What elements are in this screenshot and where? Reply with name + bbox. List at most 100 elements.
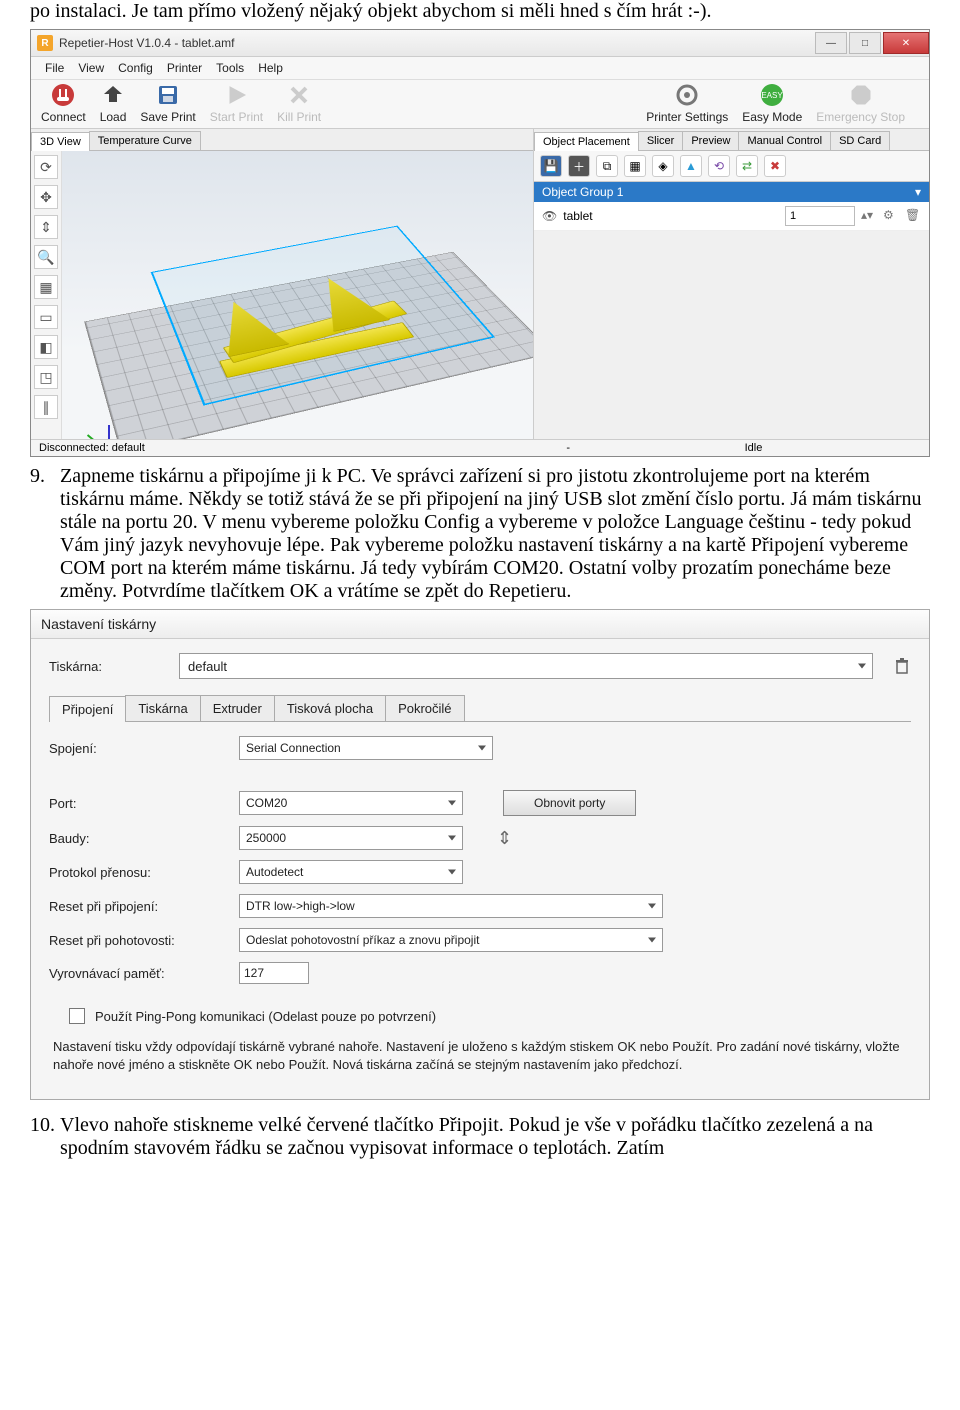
printer-settings-label: Printer Settings [646,110,728,124]
trash-icon[interactable]: 🗑 [905,208,921,224]
connection-select[interactable]: Serial Connection [239,736,493,760]
grid-icon[interactable]: ▦ [624,155,646,177]
buffer-input[interactable]: 127 [239,962,309,984]
port-value: COM20 [246,796,287,810]
move-icon[interactable]: ✥ [34,185,58,209]
proto-select[interactable]: Autodetect [239,860,463,884]
reset-ready-label: Reset při pohotovosti: [49,933,239,948]
connect-label: Connect [41,110,86,124]
zoom-icon[interactable]: 🔍 [34,245,58,269]
eye-icon[interactable]: 👁 [542,209,557,223]
refresh-ports-button[interactable]: Obnovit porty [503,790,636,816]
app-icon: R [37,35,53,51]
right-pane: Object Placement Slicer Preview Manual C… [534,129,929,439]
iso-view-icon[interactable]: ◳ [34,365,58,389]
mirror-icon[interactable]: ⇄ [736,155,758,177]
proto-value: Autodetect [246,865,303,879]
window-title: Repetier-Host V1.0.4 - tablet.amf [59,36,234,50]
spinner-icon[interactable]: ▴▾ [861,208,877,224]
easy-mode-label: Easy Mode [742,110,802,124]
menu-config[interactable]: Config [118,61,153,75]
object-row[interactable]: 👁 tablet 1 ▴▾ ⚙ 🗑 [534,202,929,231]
printer-settings-button[interactable]: Printer Settings [646,82,728,124]
tab-pokrocile[interactable]: Pokročilé [385,695,464,721]
view-toolbar: ⟳ ✥ ⇕ 🔍 ▦ ▭ ◧ ◳ ∥ [31,151,62,439]
start-print-label: Start Print [210,110,263,124]
tab-tiskarna[interactable]: Tiskárna [125,695,200,721]
port-select[interactable]: COM20 [239,791,463,815]
save-print-button[interactable]: Save Print [140,82,195,124]
menu-file[interactable]: File [45,61,64,75]
step-10-number: 10. [30,1114,60,1160]
top-view-icon[interactable]: ▭ [34,305,58,329]
printer-select[interactable]: default [179,653,873,679]
gear-icon[interactable]: ⚙ [883,208,899,224]
delete-printer-icon[interactable] [893,657,911,675]
right-tabs: Object Placement Slicer Preview Manual C… [534,129,929,151]
cut-icon[interactable]: ✖ [764,155,786,177]
load-label: Load [100,110,127,124]
3d-scene[interactable] [62,151,533,439]
tab-3d-view[interactable]: 3D View [31,132,90,151]
reset-conn-value: DTR low->high->low [246,899,355,913]
move-z-icon[interactable]: ⇕ [34,215,58,239]
pingpong-checkbox[interactable] [69,1008,85,1024]
pingpong-row[interactable]: Použít Ping-Pong komunikaci (Odelast pou… [69,1008,911,1024]
tab-pripojeni[interactable]: Připojení [49,696,126,722]
tab-object-placement[interactable]: Object Placement [534,132,639,151]
object-count-input[interactable]: 1 [785,206,855,226]
menu-printer[interactable]: Printer [167,61,202,75]
statusbar: Disconnected: default - Idle [31,439,929,456]
easy-mode-button[interactable]: EASY Easy Mode [742,82,802,124]
rotate-icon[interactable]: ⟲ [708,155,730,177]
baud-select[interactable]: 250000 [239,826,463,850]
parallel-icon[interactable]: ∥ [34,395,58,419]
tab-slicer[interactable]: Slicer [638,131,684,150]
intro-text: po instalaci. Je tam přímo vložený nějak… [30,0,930,23]
tab-sd-card[interactable]: SD Card [830,131,890,150]
reset-conn-select[interactable]: DTR low->high->low [239,894,663,918]
emergency-stop-button: Emergency Stop [816,82,905,124]
connection-label: Spojení: [49,741,239,756]
fit-icon[interactable]: ▦ [34,275,58,299]
tab-manual-control[interactable]: Manual Control [738,131,831,150]
copy-object-icon[interactable]: ⧉ [596,155,618,177]
printer-value: default [188,659,227,674]
save-object-icon[interactable]: 💾 [540,155,562,177]
tab-preview[interactable]: Preview [682,131,739,150]
menubar: File View Config Printer Tools Help [31,57,929,80]
center-icon[interactable]: ◈ [652,155,674,177]
left-tabs: 3D View Temperature Curve [31,129,533,151]
status-left: Disconnected: default [39,442,392,454]
add-object-icon[interactable]: ＋ [568,155,590,177]
start-print-button: Start Print [210,82,263,124]
dialog-note: Nastavení tisku vždy odpovídají tiskárně… [53,1038,907,1073]
menu-help[interactable]: Help [258,61,283,75]
minimize-button[interactable]: — [815,32,847,54]
status-mid: - [392,442,745,454]
close-button[interactable]: ✕ [883,32,929,54]
tab-temperature-curve[interactable]: Temperature Curve [89,131,201,150]
emergency-label: Emergency Stop [816,110,905,124]
menu-view[interactable]: View [78,61,104,75]
kill-print-label: Kill Print [277,110,321,124]
connect-button[interactable]: Connect [41,82,86,124]
reset-ready-select[interactable]: Odeslat pohotovostní příkaz a znovu přip… [239,928,663,952]
tab-extruder[interactable]: Extruder [200,695,275,721]
object-name-label: tablet [563,209,592,223]
status-right: Idle [745,442,921,454]
menu-tools[interactable]: Tools [216,61,244,75]
repetier-window: R Repetier-Host V1.0.4 - tablet.amf — □ … [30,29,930,457]
tab-tiskova-plocha[interactable]: Tisková plocha [274,695,386,721]
reset-view-icon[interactable]: ⟳ [34,155,58,179]
printer-label: Tiskárna: [49,659,179,674]
titlebar: R Repetier-Host V1.0.4 - tablet.amf — □ … [31,30,929,57]
reset-conn-label: Reset při připojení: [49,899,239,914]
scale-icon[interactable]: ▲ [680,155,702,177]
maximize-button[interactable]: □ [849,32,881,54]
front-view-icon[interactable]: ◧ [34,335,58,359]
resize-cursor-icon: ⇕ [497,828,512,849]
object-group-header[interactable]: Object Group 1 ▾ [534,182,929,202]
load-button[interactable]: Load [100,82,127,124]
step-10: 10. Vlevo nahoře stiskneme velké červené… [30,1114,930,1160]
